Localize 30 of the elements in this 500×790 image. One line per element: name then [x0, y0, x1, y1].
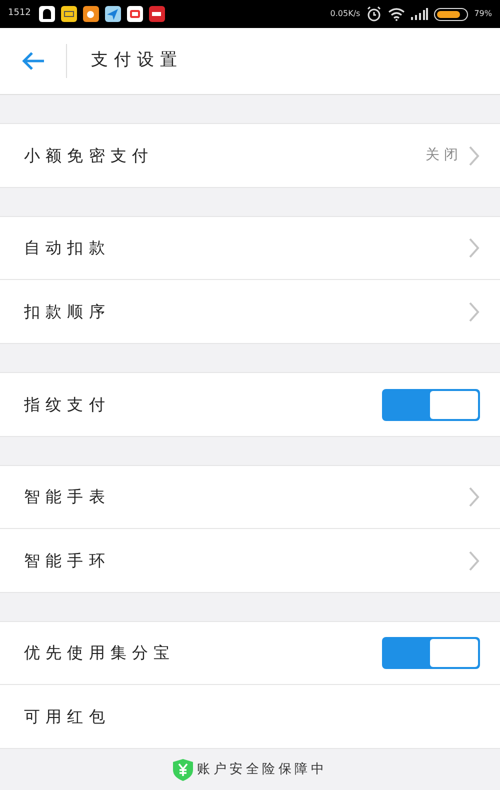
status-time: 1512 [8, 7, 31, 20]
battery-icon [434, 8, 468, 20]
chevron-icon [468, 550, 480, 572]
chevron-icon [468, 486, 480, 508]
row-label: 智能手表 [24, 486, 112, 508]
row-label: 优先使用集分宝 [24, 642, 176, 664]
back-arrow-icon [21, 51, 45, 71]
row-label: 可用红包 [24, 706, 112, 728]
alarm-icon [366, 6, 382, 22]
paper-plane-app-icon [104, 6, 121, 22]
network-speed: 0.05K/s [330, 8, 360, 20]
app-icon [148, 6, 165, 22]
shield-icon [173, 758, 193, 780]
chevron-icon [468, 300, 480, 322]
row-label: 小额免密支付 [24, 144, 155, 166]
toggle-switch[interactable] [382, 637, 480, 669]
wifi-icon [388, 8, 406, 20]
row-label: 指纹支付 [24, 394, 112, 416]
chevron-icon [468, 237, 480, 259]
footer-text: 账户安全险保障中 [197, 760, 327, 779]
chevron-icon [468, 144, 480, 166]
app-icon [126, 6, 143, 22]
battery-percent: 79% [474, 8, 492, 20]
page-title: 支付设置 [91, 49, 183, 72]
row-value: 关闭 [426, 146, 462, 165]
signal-icon [411, 8, 428, 20]
toggle-switch[interactable] [382, 388, 480, 420]
row-label: 智能手环 [24, 550, 112, 572]
row-label: 扣款顺序 [24, 300, 112, 322]
row-label: 自动扣款 [24, 237, 112, 259]
